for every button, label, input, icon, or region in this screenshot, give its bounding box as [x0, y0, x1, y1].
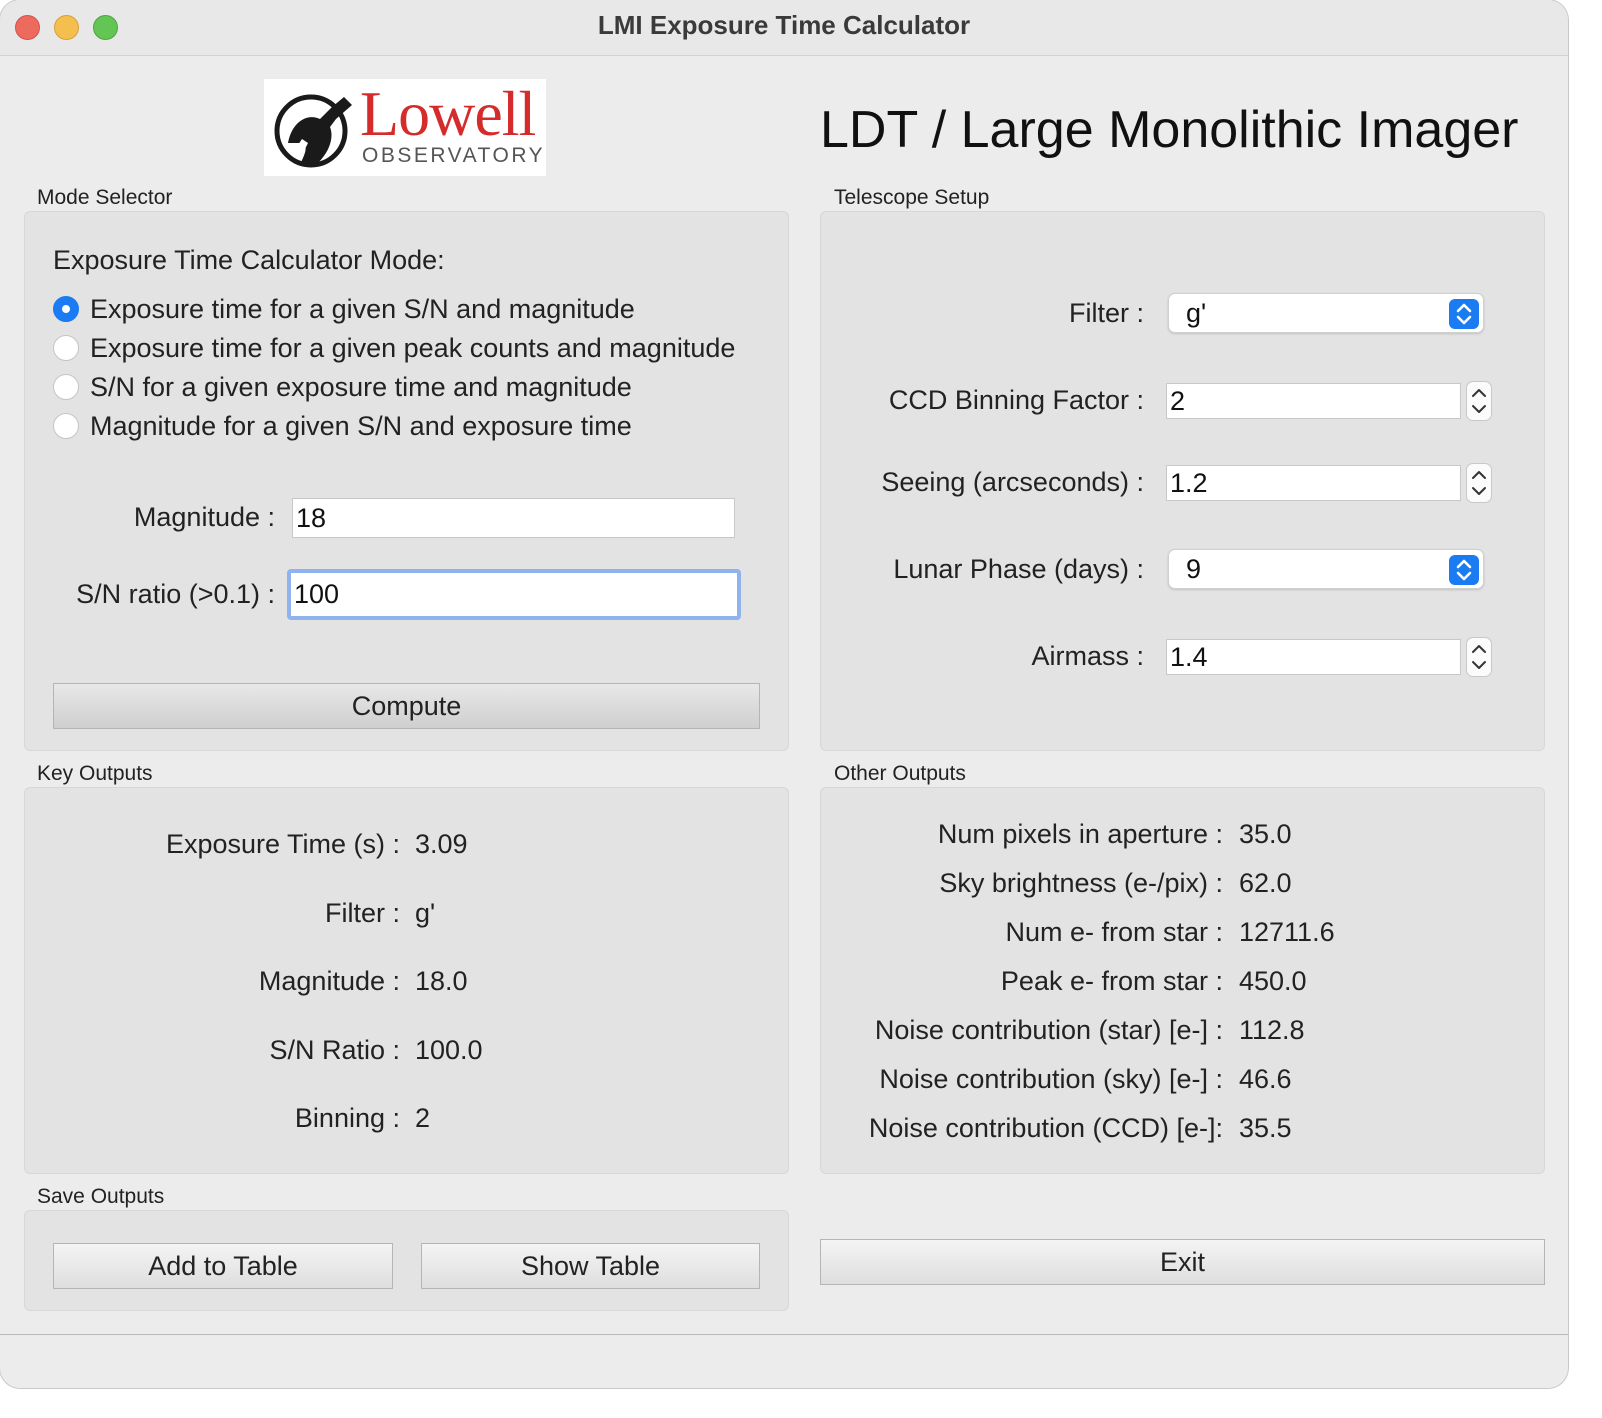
lunar-phase-select-value: 9	[1186, 553, 1202, 584]
instrument-heading: LDT / Large Monolithic Imager	[820, 101, 1519, 159]
peak-electrons-value: 450.0	[1239, 966, 1307, 996]
output-filter-value: g'	[415, 898, 436, 928]
save-outputs-group-label: Save Outputs	[37, 1185, 165, 1208]
airmass-input[interactable]	[1166, 639, 1461, 675]
mode-title: Exposure Time Calculator Mode:	[53, 245, 445, 275]
lunar-phase-select[interactable]: 9	[1168, 549, 1484, 589]
noise-ccd-label: Noise contribution (CCD) [e-]:	[868, 1113, 1223, 1143]
radio-button[interactable]	[53, 413, 79, 439]
chevron-updown-icon	[1449, 555, 1479, 585]
exposure-time-label: Exposure Time (s) :	[165, 829, 400, 859]
key-outputs-group-label: Key Outputs	[37, 762, 153, 785]
num-pixels-value: 35.0	[1239, 819, 1292, 849]
mode-selector-group-label: Mode Selector	[37, 186, 173, 209]
sn-ratio-input[interactable]	[287, 569, 741, 620]
airmass-label: Airmass :	[1031, 641, 1144, 671]
status-bar-divider	[0, 1334, 1568, 1335]
window-title: LMI Exposure Time Calculator	[597, 10, 971, 40]
show-table-button[interactable]: Show Table	[421, 1243, 760, 1289]
noise-star-value: 112.8	[1239, 1015, 1305, 1045]
mode-option-exptime-peak[interactable]: Exposure time for a given peak counts an…	[53, 331, 735, 365]
lowell-observatory-logo: Lowell OBSERVATORY	[264, 78, 546, 176]
binning-stepper[interactable]	[1466, 381, 1492, 421]
mode-option-label: Exposure time for a given peak counts an…	[90, 332, 736, 363]
airmass-stepper[interactable]	[1466, 637, 1492, 677]
output-magnitude-label: Magnitude :	[258, 966, 400, 996]
radio-button[interactable]	[53, 335, 79, 361]
noise-ccd-value: 35.5	[1239, 1113, 1292, 1143]
output-filter-label: Filter :	[324, 898, 400, 928]
mode-option-magnitude[interactable]: Magnitude for a given S/N and exposure t…	[53, 409, 632, 443]
seeing-input[interactable]	[1166, 465, 1461, 501]
key-outputs-panel	[24, 787, 789, 1174]
binning-input[interactable]	[1166, 383, 1461, 419]
add-to-table-button[interactable]: Add to Table	[53, 1243, 393, 1289]
compute-button[interactable]: Compute	[53, 683, 760, 729]
sky-brightness-label: Sky brightness (e-/pix) :	[939, 868, 1223, 898]
mode-option-exptime-sn[interactable]: Exposure time for a given S/N and magnit…	[53, 292, 635, 326]
output-sn-ratio-value: 100.0	[415, 1035, 483, 1065]
title-bar: LMI Exposure Time Calculator	[0, 0, 1568, 56]
exposure-time-value: 3.09	[415, 829, 468, 859]
logo-subtitle: OBSERVATORY	[362, 144, 546, 167]
output-binning-label: Binning :	[294, 1103, 400, 1133]
logo-wordmark: Lowell	[360, 78, 536, 149]
radio-button-checked[interactable]	[53, 296, 79, 322]
output-magnitude-value: 18.0	[415, 966, 468, 996]
mode-option-label: Exposure time for a given S/N and magnit…	[90, 293, 635, 324]
seeing-stepper[interactable]	[1466, 463, 1492, 503]
lunar-phase-label: Lunar Phase (days) :	[893, 554, 1144, 584]
noise-star-label: Noise contribution (star) [e-] :	[874, 1015, 1223, 1045]
stepper-arrows-icon	[1472, 645, 1486, 669]
magnitude-label: Magnitude :	[133, 502, 275, 532]
output-sn-ratio-label: S/N Ratio :	[269, 1035, 400, 1065]
telescope-logo-icon	[274, 94, 352, 168]
num-electrons-value: 12711.6	[1239, 917, 1335, 947]
noise-sky-value: 46.6	[1239, 1064, 1292, 1094]
other-outputs-group-label: Other Outputs	[834, 762, 966, 785]
mode-option-label: S/N for a given exposure time and magnit…	[90, 371, 632, 402]
peak-electrons-label: Peak e- from star :	[1000, 966, 1223, 996]
num-electrons-label: Num e- from star :	[1005, 917, 1223, 947]
num-pixels-label: Num pixels in aperture :	[937, 819, 1223, 849]
binning-label: CCD Binning Factor :	[888, 385, 1144, 415]
magnitude-input[interactable]	[292, 498, 735, 538]
sky-brightness-value: 62.0	[1239, 868, 1292, 898]
mode-option-sn[interactable]: S/N for a given exposure time and magnit…	[53, 370, 632, 404]
app-window: LMI Exposure Time Calculator Lowell OBSE…	[0, 0, 1568, 1388]
exit-button[interactable]: Exit	[820, 1239, 1545, 1285]
seeing-label: Seeing (arcseconds) :	[881, 467, 1144, 497]
filter-select-value: g'	[1186, 297, 1207, 328]
noise-sky-label: Noise contribution (sky) [e-] :	[879, 1064, 1223, 1094]
telescope-setup-group-label: Telescope Setup	[834, 186, 990, 209]
radio-button[interactable]	[53, 374, 79, 400]
mode-option-label: Magnitude for a given S/N and exposure t…	[90, 410, 632, 441]
filter-label: Filter :	[1068, 298, 1144, 328]
stepper-arrows-icon	[1472, 471, 1486, 495]
stepper-arrows-icon	[1472, 389, 1486, 413]
filter-select[interactable]: g'	[1168, 293, 1484, 333]
chevron-updown-icon	[1449, 299, 1479, 329]
output-binning-value: 2	[415, 1103, 431, 1133]
sn-ratio-label: S/N ratio (>0.1) :	[76, 579, 275, 609]
